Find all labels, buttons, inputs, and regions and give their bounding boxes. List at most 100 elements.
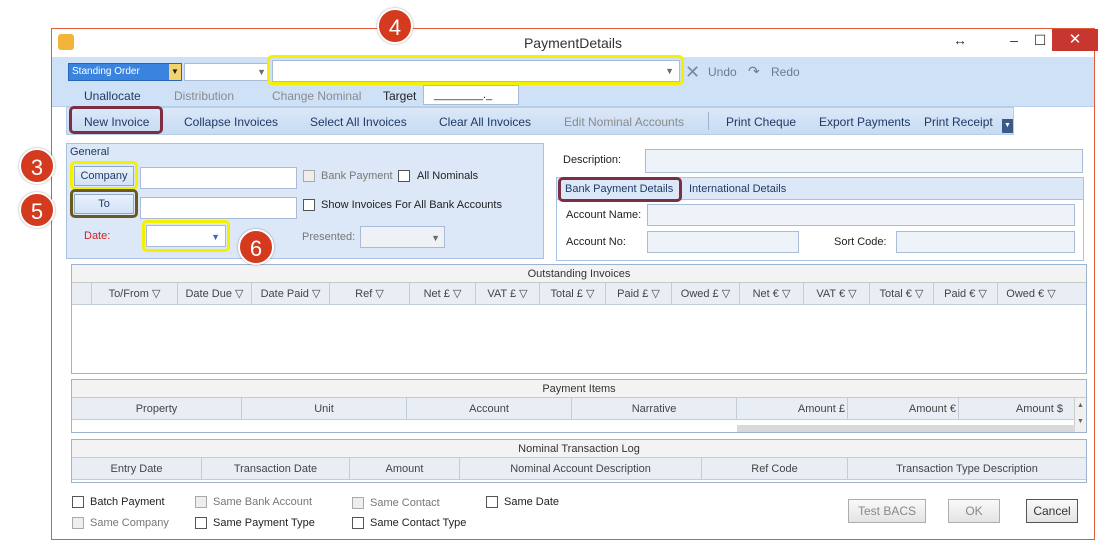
export-payments-button[interactable]: Export Payments bbox=[819, 115, 910, 129]
bank-payment-label: Bank Payment bbox=[321, 170, 393, 182]
target-value: ________._ bbox=[434, 89, 493, 101]
change-nominal-button[interactable]: Change Nominal bbox=[272, 89, 361, 103]
col-owed-eur[interactable]: Owed € ▽ bbox=[998, 283, 1064, 304]
col-date-due[interactable]: Date Due ▽ bbox=[178, 283, 252, 304]
tab-international-details[interactable]: International Details bbox=[689, 183, 786, 195]
chevron-down-icon: ▼ bbox=[169, 64, 181, 80]
filter-icon: ▽ bbox=[311, 288, 321, 300]
col-to-from[interactable]: To/From ▽ bbox=[92, 283, 178, 304]
payment-items-scrollbar[interactable]: ▲ ▼ bbox=[1074, 398, 1086, 432]
presented-select[interactable]: ▼ bbox=[360, 226, 445, 248]
account-no-input[interactable] bbox=[647, 231, 799, 253]
col-net-gbp[interactable]: Net £ ▽ bbox=[410, 283, 476, 304]
unallocate-button[interactable]: Unallocate bbox=[84, 89, 141, 103]
highlight-company bbox=[70, 161, 138, 190]
same-contact-type-label: Same Contact Type bbox=[370, 517, 467, 529]
general-header: General bbox=[70, 146, 110, 158]
same-bank-account-checkbox[interactable] bbox=[195, 496, 207, 508]
same-date-checkbox[interactable] bbox=[486, 496, 498, 508]
distribution-button[interactable]: Distribution bbox=[174, 89, 234, 103]
same-bank-account-label: Same Bank Account bbox=[213, 496, 313, 508]
payment-items-title: Payment Items bbox=[72, 380, 1086, 398]
redo-button[interactable]: Redo bbox=[771, 65, 800, 79]
account-name-input[interactable] bbox=[647, 204, 1075, 226]
ok-button[interactable]: OK bbox=[948, 499, 1000, 523]
sort-code-label: Sort Code: bbox=[834, 236, 887, 248]
maximize-button[interactable]: ☐ bbox=[1028, 29, 1052, 51]
sort-code-input[interactable] bbox=[896, 231, 1075, 253]
col-transaction-type[interactable]: Transaction Type Description bbox=[848, 458, 1086, 479]
show-invoices-checkbox[interactable] bbox=[303, 199, 315, 211]
close-button[interactable]: ✕ bbox=[1052, 29, 1098, 51]
clear-all-invoices-button[interactable]: Clear All Invoices bbox=[439, 115, 531, 129]
col-total-gbp[interactable]: Total £ ▽ bbox=[540, 283, 606, 304]
account-name-label: Account Name: bbox=[566, 209, 642, 221]
redo-icon[interactable]: ↷ bbox=[748, 63, 760, 80]
ribbon-overflow-icon[interactable]: ▼ bbox=[1002, 119, 1013, 133]
col-net-eur[interactable]: Net € ▽ bbox=[740, 283, 804, 304]
col-entry-date[interactable]: Entry Date bbox=[72, 458, 202, 479]
collapse-invoices-button[interactable]: Collapse Invoices bbox=[184, 115, 278, 129]
chevron-down-icon: ▼ bbox=[257, 67, 266, 77]
nominal-log-grid: Nominal Transaction Log Entry Date Trans… bbox=[71, 439, 1087, 483]
col-amount-gbp[interactable]: Amount £ bbox=[737, 398, 848, 419]
col-vat-eur[interactable]: VAT € ▽ bbox=[804, 283, 870, 304]
same-company-label: Same Company bbox=[90, 517, 169, 529]
col-paid-eur[interactable]: Paid € ▽ bbox=[934, 283, 998, 304]
minimize-button[interactable]: – bbox=[1000, 29, 1028, 51]
col-date-paid[interactable]: Date Paid ▽ bbox=[252, 283, 330, 304]
filter-icon: ▽ bbox=[915, 288, 924, 300]
payment-items-total-row bbox=[737, 425, 1075, 432]
col-unit[interactable]: Unit bbox=[242, 398, 407, 419]
same-contact-checkbox[interactable] bbox=[352, 497, 364, 509]
bank-payment-checkbox[interactable] bbox=[303, 170, 315, 182]
description-label: Description: bbox=[563, 154, 622, 166]
all-nominals-checkbox[interactable] bbox=[398, 170, 410, 182]
col-vat-gbp[interactable]: VAT £ ▽ bbox=[476, 283, 540, 304]
col-transaction-date[interactable]: Transaction Date bbox=[202, 458, 350, 479]
cancel-button[interactable]: Cancel bbox=[1026, 499, 1078, 523]
target-input[interactable]: ________._ bbox=[423, 85, 519, 105]
col-paid-gbp[interactable]: Paid £ ▽ bbox=[606, 283, 672, 304]
col-ref-code[interactable]: Ref Code bbox=[702, 458, 848, 479]
resize-icon[interactable]: ↔ bbox=[948, 29, 972, 51]
col-account[interactable]: Account bbox=[407, 398, 572, 419]
edit-nominal-accounts-button[interactable]: Edit Nominal Accounts bbox=[564, 115, 684, 129]
col-owed-gbp[interactable]: Owed £ ▽ bbox=[672, 283, 740, 304]
col-total-eur[interactable]: Total € ▽ bbox=[870, 283, 934, 304]
description-input[interactable] bbox=[645, 149, 1083, 173]
col-amount[interactable]: Amount bbox=[350, 458, 460, 479]
payment-type-value: Standing Order bbox=[72, 66, 140, 77]
same-contact-type-checkbox[interactable] bbox=[352, 517, 364, 529]
print-cheque-button[interactable]: Print Cheque bbox=[726, 115, 796, 129]
account-no-label: Account No: bbox=[566, 236, 626, 248]
row-indicator-col bbox=[72, 283, 92, 304]
print-receipt-button[interactable]: Print Receipt bbox=[924, 115, 993, 129]
same-company-checkbox[interactable] bbox=[72, 517, 84, 529]
col-narrative[interactable]: Narrative bbox=[572, 398, 737, 419]
same-payment-type-checkbox[interactable] bbox=[195, 517, 207, 529]
to-input[interactable] bbox=[140, 197, 297, 219]
payment-type-select[interactable]: Standing Order ▼ bbox=[68, 63, 182, 81]
title-bar: PaymentDetails ↔ – ☐ ✕ bbox=[52, 29, 1098, 57]
col-amount-usd[interactable]: Amount $ bbox=[959, 398, 1069, 419]
col-amount-eur[interactable]: Amount € bbox=[848, 398, 959, 419]
undo-button[interactable]: Undo bbox=[708, 65, 737, 79]
highlight-new-invoice bbox=[69, 106, 163, 134]
batch-payment-checkbox[interactable] bbox=[72, 496, 84, 508]
filter-icon: ▽ bbox=[586, 288, 595, 300]
col-nominal-description[interactable]: Nominal Account Description bbox=[460, 458, 702, 479]
window-title: PaymentDetails bbox=[523, 35, 623, 51]
filter-icon: ▽ bbox=[651, 288, 660, 300]
filter-icon: ▽ bbox=[848, 288, 857, 300]
company-input[interactable] bbox=[140, 167, 297, 189]
nominal-log-header: Entry Date Transaction Date Amount Nomin… bbox=[72, 458, 1086, 480]
secondary-select[interactable]: ▼ bbox=[184, 63, 270, 81]
col-property[interactable]: Property bbox=[72, 398, 242, 419]
filter-icon: ▽ bbox=[519, 288, 528, 300]
select-all-invoices-button[interactable]: Select All Invoices bbox=[310, 115, 407, 129]
test-bacs-button[interactable]: Test BACS bbox=[848, 499, 926, 523]
col-ref[interactable]: Ref ▽ bbox=[330, 283, 410, 304]
undo-icon[interactable]: ✕ bbox=[685, 62, 700, 83]
filter-icon: ▽ bbox=[235, 288, 244, 300]
